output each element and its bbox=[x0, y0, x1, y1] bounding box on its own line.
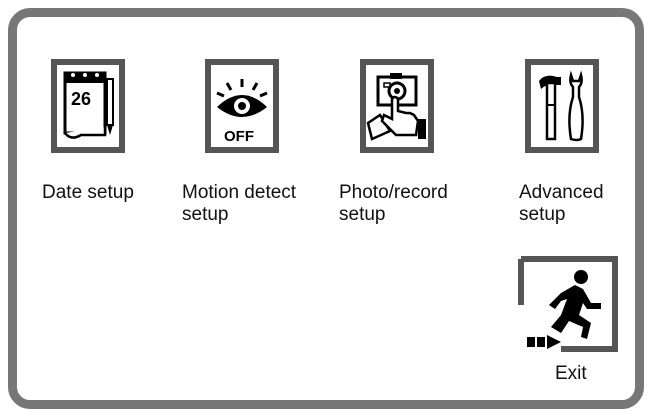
exit-label: Exit bbox=[555, 363, 587, 384]
advanced-icon-frame bbox=[525, 59, 599, 153]
date-icon-frame: 26 bbox=[51, 59, 125, 153]
photo-icon-frame bbox=[360, 59, 434, 153]
calendar-icon: 26 bbox=[63, 71, 114, 139]
menu-item-date-setup[interactable]: 26 Date setup bbox=[42, 49, 162, 203]
running-man-exit-icon bbox=[518, 256, 618, 352]
motion-detect-label: Motion detect setup bbox=[182, 182, 297, 225]
motion-icon-frame: OFF bbox=[205, 59, 279, 153]
menu-item-photo-record-setup[interactable]: Photo/record setup bbox=[339, 49, 489, 225]
camera-hand-icon bbox=[366, 73, 426, 141]
date-setup-label: Date setup bbox=[42, 182, 134, 203]
motion-eye-off-icon: OFF bbox=[216, 79, 268, 145]
exit-icon-area[interactable] bbox=[517, 255, 623, 355]
advanced-setup-label: Advanced setup bbox=[519, 182, 604, 225]
tools-icon bbox=[539, 70, 584, 142]
photo-record-label: Photo/record setup bbox=[339, 182, 448, 225]
menu-item-advanced-setup[interactable]: Advanced setup bbox=[507, 49, 633, 225]
motion-off-text: OFF bbox=[224, 128, 254, 145]
calendar-day-number: 26 bbox=[71, 89, 91, 109]
menu-screen: 26 Date setup OFF Motion detect setup Ph… bbox=[8, 8, 644, 409]
menu-item-motion-detect-setup[interactable]: OFF Motion detect setup bbox=[182, 49, 332, 225]
